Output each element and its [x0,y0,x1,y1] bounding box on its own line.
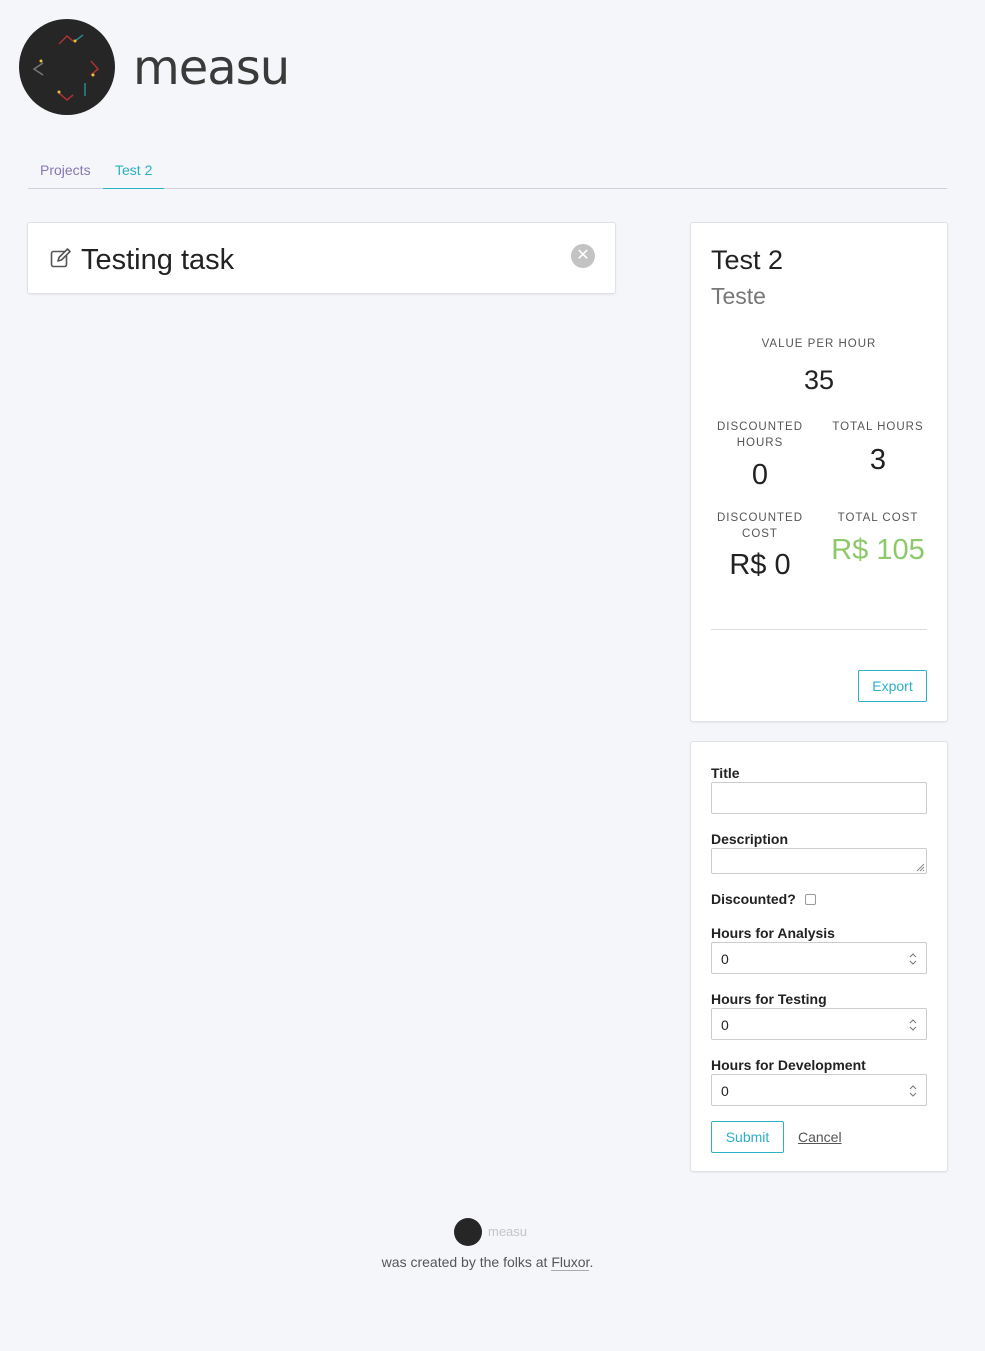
measu-logo-icon[interactable] [19,19,115,115]
total-cost: R$ 105 [831,534,925,566]
spinner-icon[interactable] [909,1084,917,1098]
project-summary-card: Test 2 Teste VALUE PER HOUR 35 DISCOUNTE… [690,222,948,722]
description-textarea[interactable] [711,848,927,874]
hours-testing-label: Hours for Testing [711,991,827,1007]
discounted-cost-label: DISCOUNTED COST [716,512,804,540]
fluxor-link[interactable]: Fluxor [551,1254,590,1271]
hours-analysis-input[interactable]: 0 [711,942,927,974]
value-per-hour: 35 [803,365,835,395]
discounted-label: Discounted? [711,891,796,907]
hours-testing-value: 0 [721,1017,729,1033]
task-card: Testing task ✕ [27,222,616,294]
hours-development-input[interactable]: 0 [711,1074,927,1106]
spinner-icon[interactable] [909,1018,917,1032]
hours-analysis-value: 0 [721,951,729,967]
title-label: Title [711,765,740,781]
task-form-card: Title Description Discounted? Hours for … [690,741,948,1172]
hours-testing-input[interactable]: 0 [711,1008,927,1040]
title-input[interactable] [711,782,927,814]
discounted-checkbox[interactable] [805,894,816,905]
hours-analysis-label: Hours for Analysis [711,925,835,941]
discounted-cost: R$ 0 [729,549,791,581]
footer-logo-icon [454,1218,482,1246]
value-per-hour-label: VALUE PER HOUR [761,338,877,350]
total-cost-label: TOTAL COST [837,512,919,524]
description-label: Description [711,831,789,847]
brand-name: measu [133,40,290,96]
discounted-hours-label: DISCOUNTED HOURS [716,421,804,449]
footer-brand: measu [488,1224,528,1239]
hours-development-label: Hours for Development [711,1057,866,1073]
tab-bar: Projects Test 2 [28,152,947,189]
edit-icon[interactable] [50,247,72,269]
tab-test-2[interactable]: Test 2 [103,152,165,189]
total-hours-label: TOTAL HOURS [832,421,924,433]
tab-projects[interactable]: Projects [28,152,103,188]
hours-development-value: 0 [721,1083,729,1099]
cancel-link[interactable]: Cancel [798,1129,842,1145]
export-button[interactable]: Export [858,670,927,702]
project-subtitle: Teste [711,283,766,309]
submit-button[interactable]: Submit [711,1121,784,1153]
footer-credit: was created by the folks at Fluxor. [0,1254,975,1271]
task-title[interactable]: Testing task [81,241,234,279]
project-title: Test 2 [711,245,784,275]
footer-text-after: . [589,1254,594,1270]
close-icon[interactable]: ✕ [571,244,595,268]
footer-text-before: was created by the folks at [381,1254,552,1270]
divider [711,629,927,630]
total-hours: 3 [869,444,887,476]
discounted-hours: 0 [751,459,769,491]
spinner-icon[interactable] [909,952,917,966]
resize-grip-icon[interactable] [915,862,925,872]
